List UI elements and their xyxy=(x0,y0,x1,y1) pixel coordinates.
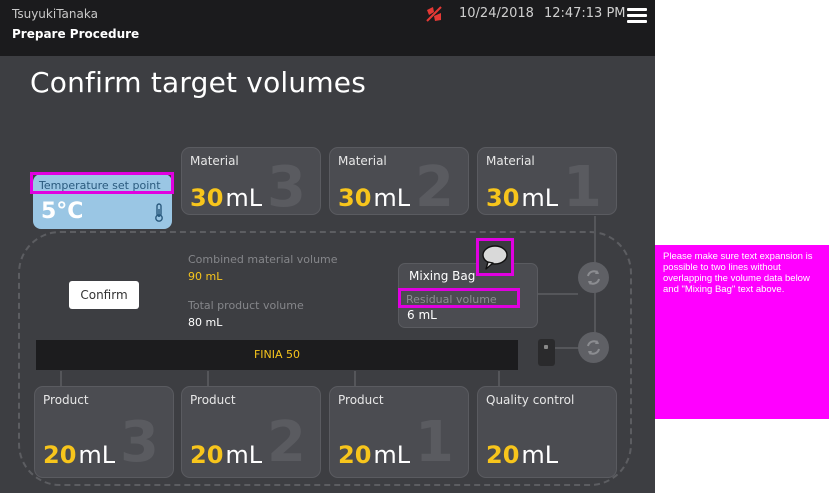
card-volume: 20mL xyxy=(43,441,115,469)
volume-number: 20 xyxy=(486,441,520,469)
card-label: Material xyxy=(190,154,239,168)
card-index: 3 xyxy=(267,155,306,215)
volume-unit: mL xyxy=(521,184,559,212)
card-label: Product xyxy=(190,393,236,407)
volume-unit: mL xyxy=(373,184,411,212)
card-label: Product xyxy=(43,393,89,407)
residual-volume-value: 6 mL xyxy=(407,308,437,322)
device-bar: FINIA 50 xyxy=(36,340,518,370)
volume-number: 30 xyxy=(190,184,224,212)
device-port-icon xyxy=(538,339,555,366)
volume-number: 20 xyxy=(43,441,77,469)
sync-icon[interactable] xyxy=(578,262,609,293)
product-card[interactable]: 3 Product 20mL xyxy=(34,386,174,478)
annotation-highlight-residual xyxy=(398,288,520,308)
volume-number: 30 xyxy=(338,184,372,212)
connector-line xyxy=(60,371,62,387)
card-volume: 30mL xyxy=(190,184,262,212)
card-index: 2 xyxy=(415,155,454,215)
card-label: Product xyxy=(338,393,384,407)
temperature-value: 5°C xyxy=(41,199,84,224)
card-volume: 20mL xyxy=(190,441,262,469)
material-card[interactable]: 3 Material 30mL xyxy=(181,147,321,215)
combined-volume-label: Combined material volume xyxy=(188,253,338,266)
volume-number: 20 xyxy=(338,441,372,469)
card-index: 1 xyxy=(563,155,602,215)
card-label: Quality control xyxy=(486,393,575,407)
total-volume-value: 80 mL xyxy=(188,316,223,329)
app-screen: TsuyukiTanaka Prepare Procedure 10/24/20… xyxy=(0,0,655,493)
annotation-note: Please make sure text expansion is possi… xyxy=(655,245,829,419)
mixing-bag-title: Mixing Bag xyxy=(409,269,476,283)
quality-control-card[interactable]: Quality control 20mL xyxy=(477,386,617,478)
annotation-highlight-temperature xyxy=(30,172,174,194)
card-volume: 30mL xyxy=(486,184,558,212)
top-bar: TsuyukiTanaka Prepare Procedure 10/24/20… xyxy=(0,0,655,56)
product-card[interactable]: 2 Product 20mL xyxy=(181,386,321,478)
card-index: 1 xyxy=(415,410,454,475)
volume-unit: mL xyxy=(225,441,263,469)
menu-icon[interactable] xyxy=(627,8,647,24)
card-label: Material xyxy=(486,154,535,168)
volume-unit: mL xyxy=(78,441,116,469)
card-volume: 30mL xyxy=(338,184,410,212)
volume-number: 20 xyxy=(190,441,224,469)
material-card[interactable]: 1 Material 30mL xyxy=(477,147,617,215)
total-volume-label: Total product volume xyxy=(188,299,304,312)
card-index: 2 xyxy=(267,410,306,475)
time-text: 12:47:13 PM xyxy=(543,6,626,21)
confirm-button[interactable]: Confirm xyxy=(69,281,139,309)
volume-unit: mL xyxy=(225,184,263,212)
card-label: Material xyxy=(338,154,387,168)
connector-line xyxy=(207,371,209,387)
volume-unit: mL xyxy=(521,441,559,469)
connector-line xyxy=(538,293,578,295)
thermometer-icon xyxy=(155,203,163,222)
sync-icon[interactable] xyxy=(578,332,609,363)
volume-unit: mL xyxy=(373,441,411,469)
connector-line xyxy=(354,371,356,387)
alert-icon[interactable] xyxy=(424,4,444,24)
screen-name: Prepare Procedure xyxy=(12,27,140,41)
product-card[interactable]: 1 Product 20mL xyxy=(329,386,469,478)
date-text: 10/24/2018 xyxy=(459,6,534,21)
volume-number: 30 xyxy=(486,184,520,212)
combined-volume-value: 90 mL xyxy=(188,270,223,283)
material-card[interactable]: 2 Material 30mL xyxy=(329,147,469,215)
comment-icon[interactable] xyxy=(476,238,514,276)
user-name: TsuyukiTanaka xyxy=(12,7,98,21)
datetime: 10/24/2018 12:47:13 PM xyxy=(459,6,626,21)
page-title: Confirm target volumes xyxy=(30,66,367,99)
card-volume: 20mL xyxy=(486,441,558,469)
card-index: 3 xyxy=(120,410,159,475)
connector-line xyxy=(498,371,500,387)
card-volume: 20mL xyxy=(338,441,410,469)
